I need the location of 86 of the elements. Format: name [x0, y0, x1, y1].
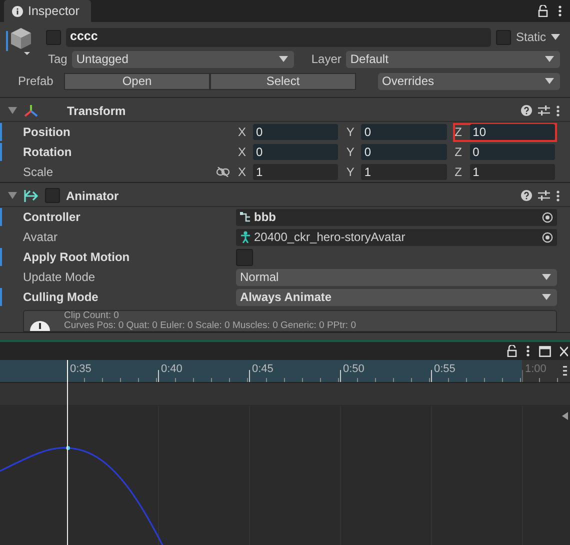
- object-field[interactable]: bbb: [236, 208, 557, 226]
- animator-icon: [23, 188, 39, 202]
- object-field[interactable]: 20400_ckr_hero-storyAvatar: [236, 228, 557, 246]
- layer-label: Layer: [311, 52, 342, 66]
- scroll-arrow-icon[interactable]: [562, 412, 568, 420]
- tag-label: Tag: [48, 52, 68, 66]
- name-field[interactable]: cccc: [66, 28, 491, 46]
- axis-label: Y: [346, 165, 356, 179]
- axis-label: Y: [346, 125, 356, 139]
- prefab-button[interactable]: Open: [64, 72, 210, 90]
- property-label: Controller: [23, 210, 82, 224]
- help-icon[interactable]: [521, 190, 532, 201]
- time-label: 0:35: [70, 363, 92, 375]
- sliders-icon[interactable]: [538, 105, 550, 116]
- help-icon[interactable]: [521, 105, 532, 116]
- time-label: 1:00: [525, 363, 546, 375]
- number-field[interactable]: 0: [361, 124, 447, 140]
- time-label: 0:40: [161, 363, 182, 375]
- axis-label: Z: [454, 145, 463, 159]
- cube-icon[interactable]: [10, 27, 32, 57]
- checkbox[interactable]: [236, 248, 253, 266]
- menu-icon[interactable]: [563, 365, 567, 377]
- maximize-icon[interactable]: [539, 346, 551, 356]
- property-label: Scale: [23, 165, 54, 179]
- active-checkbox[interactable]: [46, 30, 61, 44]
- more-options-icon[interactable]: [558, 5, 562, 17]
- overrides-dropdown[interactable]: Overrides: [378, 72, 560, 90]
- axis-label: X: [238, 165, 248, 179]
- axis-label: Y: [346, 145, 356, 159]
- object-picker-icon[interactable]: [542, 212, 553, 222]
- static-checkbox[interactable]: [496, 30, 511, 44]
- time-label: 0:55: [434, 363, 456, 375]
- property-label: Update Mode: [23, 270, 96, 284]
- static-label: Static: [516, 30, 546, 44]
- component-title: Animator: [66, 188, 119, 202]
- axis-label: Z: [454, 165, 463, 179]
- object-picker-icon[interactable]: [542, 232, 553, 242]
- axes-icon: [23, 104, 39, 118]
- dropdown-arrow-icon: [279, 56, 288, 62]
- number-field[interactable]: 0: [470, 144, 555, 160]
- dropdown-arrow-icon[interactable]: [551, 34, 560, 40]
- enabled-checkbox[interactable]: [45, 188, 60, 203]
- component-title: Transform: [67, 104, 126, 118]
- dropdown-arrow-icon: [545, 78, 554, 84]
- dropdown-arrow-icon: [545, 56, 554, 62]
- property-label: Apply Root Motion: [23, 250, 131, 264]
- dropdown-arrow-icon: [542, 294, 551, 300]
- dropdown-arrow-icon: [542, 274, 551, 280]
- time-label: 0:50: [343, 363, 364, 375]
- tag-dropdown[interactable]: Untagged: [72, 50, 294, 68]
- sliders-icon[interactable]: [538, 190, 550, 201]
- foldout-icon[interactable]: [8, 107, 17, 114]
- number-field[interactable]: 1: [253, 164, 338, 180]
- number-field[interactable]: 0: [253, 124, 338, 140]
- layer-dropdown[interactable]: Default: [346, 50, 560, 68]
- dropdown[interactable]: Always Animate: [236, 288, 557, 306]
- axis-label: Z: [454, 125, 463, 139]
- axis-label: X: [238, 125, 248, 139]
- number-field[interactable]: 10: [470, 124, 555, 140]
- person-icon: [240, 231, 251, 243]
- axis-label: X: [238, 145, 248, 159]
- number-field[interactable]: 1: [361, 164, 447, 180]
- info-text: Curves Pos: 0 Quat: 0 Euler: 0 Scale: 0 Muscles: 0 Generic: 0 PPtr: 0: [64, 321, 356, 331]
- property-label: Culling Mode: [23, 290, 100, 304]
- unlinked-chain-icon[interactable]: [216, 167, 230, 177]
- number-field[interactable]: 0: [253, 144, 338, 160]
- property-label: Rotation: [23, 145, 73, 159]
- prefab-label: Prefab: [18, 74, 54, 88]
- close-icon[interactable]: [560, 346, 568, 356]
- property-label: Position: [23, 125, 72, 139]
- inspector-tab[interactable]: Inspector: [4, 0, 92, 22]
- foldout-icon[interactable]: [8, 192, 17, 199]
- lock-icon[interactable]: [507, 345, 517, 357]
- lock-icon[interactable]: [538, 5, 548, 17]
- dropdown[interactable]: Normal: [236, 268, 557, 286]
- controller-icon: [240, 212, 251, 222]
- prefab-button[interactable]: Select: [210, 72, 356, 90]
- more-options-icon[interactable]: [556, 104, 560, 116]
- info-icon: [12, 6, 23, 16]
- property-label: Avatar: [23, 230, 58, 244]
- more-options-icon[interactable]: [526, 345, 530, 357]
- info-text: Clip Count: 0: [64, 311, 120, 321]
- number-field[interactable]: 1: [470, 164, 555, 180]
- more-options-icon[interactable]: [556, 190, 560, 202]
- number-field[interactable]: 0: [361, 144, 447, 160]
- time-label: 0:45: [252, 363, 274, 375]
